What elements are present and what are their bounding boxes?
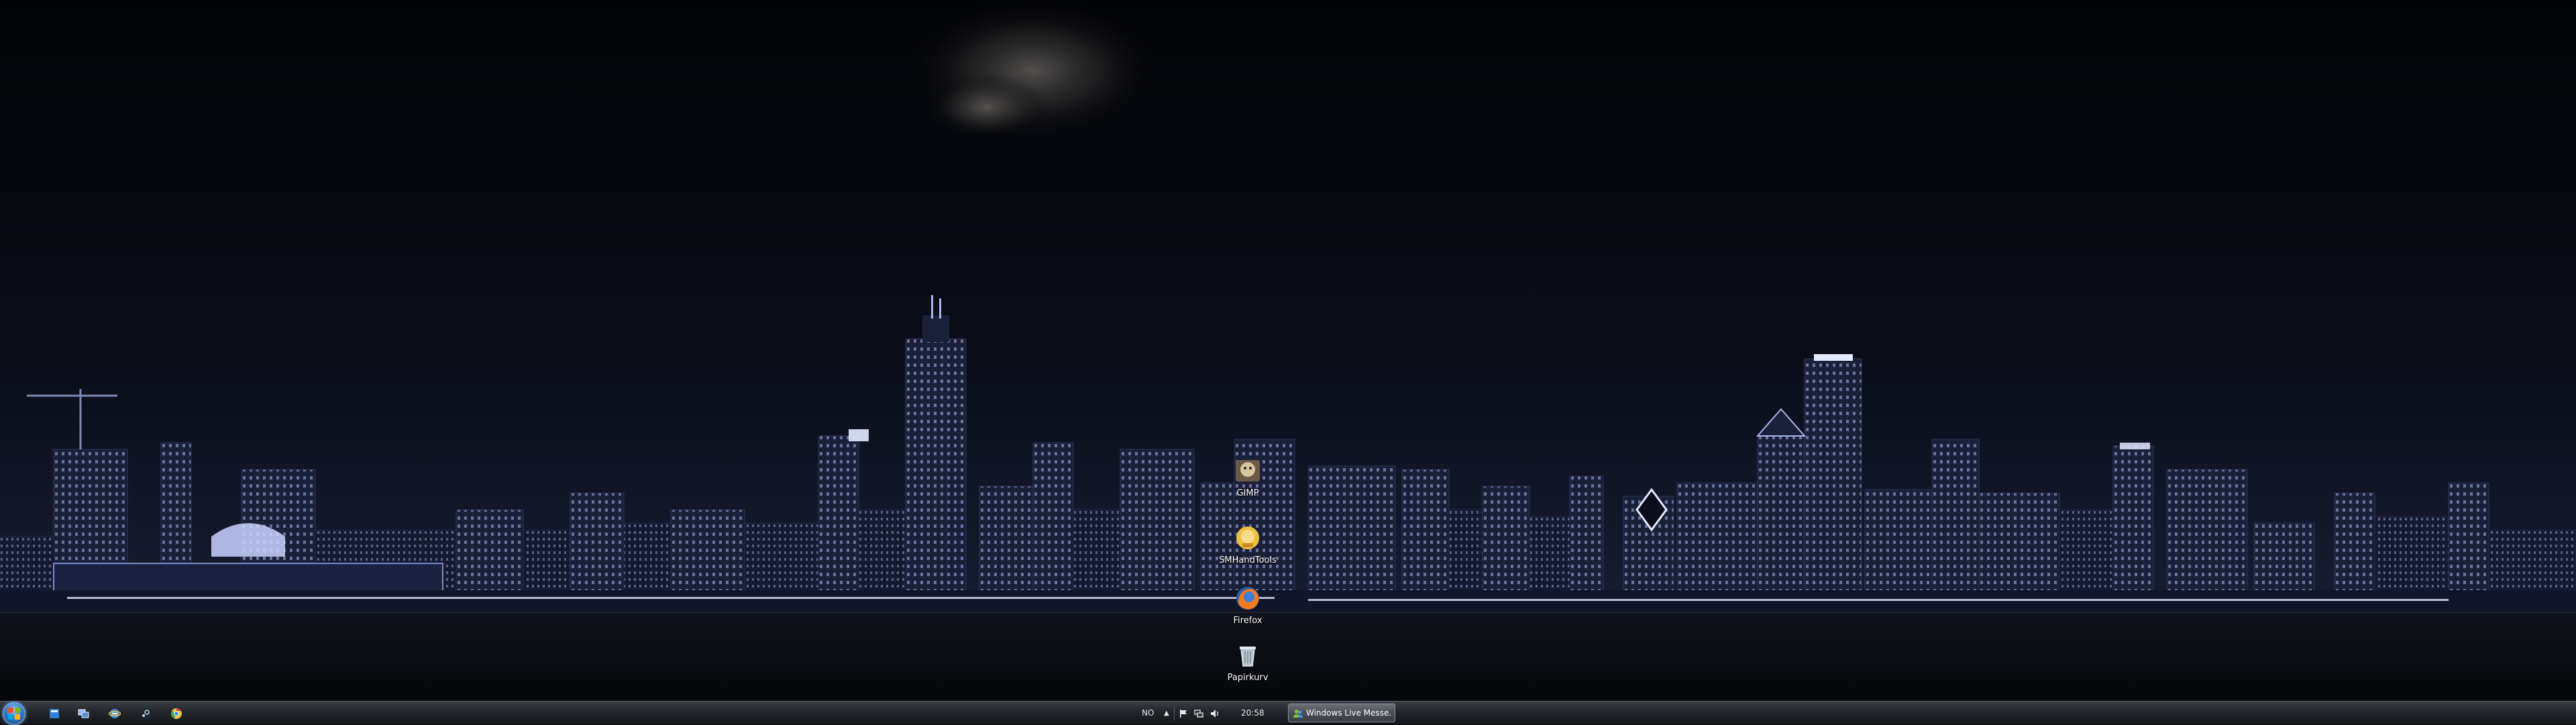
messenger-icon <box>1293 710 1303 718</box>
internet-explorer-icon[interactable] <box>109 708 121 720</box>
gimp-icon <box>1236 460 1260 482</box>
taskbar: NO ▲ 20:58 Windows Live Messe... <box>0 701 2576 725</box>
taskbar-button-windows-live-messenger[interactable]: Windows Live Messe... <box>1288 704 1395 722</box>
tray-separator <box>1174 707 1175 720</box>
firefox-icon <box>1236 587 1259 610</box>
desktop[interactable]: GIMP SMHandTools Firefox Papirkurv <box>0 0 2576 701</box>
taskbar-button-label: Windows Live Messe... <box>1306 708 1392 718</box>
clock[interactable]: 20:58 <box>1241 702 1265 725</box>
desktop-icon-label: Firefox <box>1233 616 1263 626</box>
wallpaper-chicago-skyline <box>0 0 2576 701</box>
windows-icon[interactable] <box>48 708 60 720</box>
tray-expand-icon[interactable]: ▲ <box>1164 702 1169 725</box>
windows-logo-icon <box>8 708 20 720</box>
volume-icon[interactable] <box>1210 709 1220 718</box>
desktop-icon-recycle-bin[interactable]: Papirkurv <box>1211 640 1285 683</box>
desktop-icon-gimp[interactable]: GIMP <box>1211 456 1285 498</box>
chrome-icon[interactable] <box>170 708 182 720</box>
desktop-icon-firefox[interactable]: Firefox <box>1211 583 1285 626</box>
network-icon[interactable] <box>1194 709 1203 718</box>
smhandtools-icon <box>1236 526 1259 549</box>
start-button[interactable] <box>3 702 25 725</box>
recycle-bin-icon <box>1240 647 1256 667</box>
desktop-icon-label: Papirkurv <box>1227 673 1269 683</box>
language-indicator[interactable]: NO <box>1142 702 1154 725</box>
desktop-icon-smhandtools[interactable]: SMHandTools <box>1211 523 1285 565</box>
action-center-flag-icon[interactable] <box>1179 709 1188 718</box>
switch-windows-icon[interactable] <box>78 708 90 720</box>
desktop-icon-label: SMHandTools <box>1219 555 1277 565</box>
steam-icon[interactable] <box>140 708 152 720</box>
desktop-icon-label: GIMP <box>1236 488 1259 498</box>
